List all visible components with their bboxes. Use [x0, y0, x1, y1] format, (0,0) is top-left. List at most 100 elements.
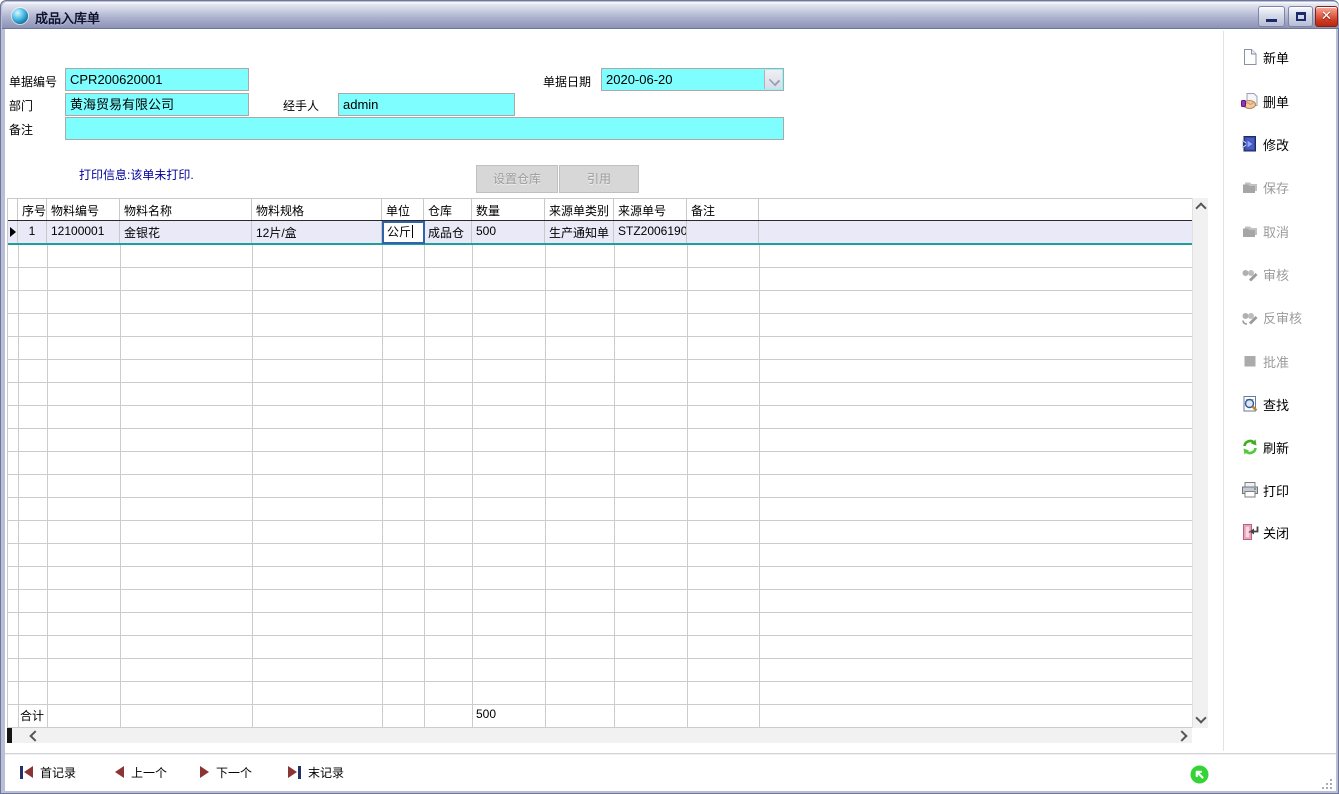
cell-remark[interactable]	[687, 221, 759, 243]
cell-name[interactable]: 金银花	[120, 221, 252, 243]
scroll-up-icon[interactable]	[1195, 202, 1206, 213]
action-refresh[interactable]: 刷新	[1241, 437, 1289, 457]
nav-last-record[interactable]: 末记录	[288, 763, 344, 781]
doc-no-field[interactable]: CPR200620001	[65, 68, 249, 91]
nav-next-record[interactable]: 下一个	[200, 763, 252, 781]
cell-warehouse[interactable]: 成品仓	[424, 221, 472, 243]
grid-vline	[614, 245, 615, 729]
table-row[interactable]: 1 12100001 金银花 12片/盒 成品仓 500 生产通知单 STZ20…	[8, 221, 1193, 245]
grid-header-row: 序号 物料编号 物料名称 物料规格 单位 仓库 数量 来源单类别 来源单号 备注	[8, 199, 1193, 221]
unaudit-icon	[1241, 308, 1259, 326]
reference-button[interactable]: 引用	[559, 165, 639, 193]
cell-seq[interactable]: 1	[18, 221, 47, 243]
close-button[interactable]: ✕	[1315, 6, 1338, 27]
grid-vline	[18, 245, 19, 729]
remark-field[interactable]	[65, 117, 784, 140]
action-new[interactable]: 新单	[1241, 47, 1289, 67]
col-header-remark[interactable]: 备注	[687, 199, 759, 220]
close-icon: ✕	[1316, 8, 1337, 24]
grid-vline	[120, 245, 121, 729]
scroll-down-icon[interactable]	[1195, 712, 1206, 723]
unit-edit-cell[interactable]: 公斤	[382, 221, 425, 244]
text-caret	[412, 225, 413, 238]
col-header-warehouse[interactable]: 仓库	[424, 199, 472, 220]
col-header-qty[interactable]: 数量	[472, 199, 545, 220]
doc-date-field[interactable]: 2020-06-20	[601, 68, 784, 91]
total-label: 合计	[20, 707, 44, 724]
bottom-divider	[5, 753, 1336, 755]
col-header-seq[interactable]: 序号	[18, 199, 47, 220]
date-dropdown-button[interactable]	[764, 70, 782, 89]
nav-previous-record[interactable]: 上一个	[115, 763, 167, 781]
refresh-icon	[1241, 438, 1259, 456]
panel-separator	[1223, 31, 1224, 751]
grid-vline	[759, 245, 760, 729]
scroll-left-icon[interactable]	[29, 730, 40, 741]
col-header-spec[interactable]: 物料规格	[252, 199, 382, 220]
col-header-code[interactable]: 物料编号	[47, 199, 120, 220]
col-header-source-no[interactable]: 来源单号	[614, 199, 687, 220]
dept-field[interactable]: 黄海贸易有限公司	[65, 93, 249, 116]
chevron-down-icon	[769, 75, 780, 86]
app-orb-icon	[12, 8, 28, 24]
nav-first-record[interactable]: 首记录	[20, 763, 76, 781]
grid-vline	[382, 245, 383, 729]
col-header-source-type[interactable]: 来源单类别	[545, 199, 614, 220]
audit-icon	[1241, 265, 1259, 283]
doc-date-label: 单据日期	[543, 73, 591, 90]
action-approve: 批准	[1241, 351, 1289, 371]
row-pointer-icon	[10, 227, 16, 237]
handler-label: 经手人	[283, 97, 319, 114]
grid-indicator-header	[8, 199, 18, 220]
col-header-unit[interactable]: 单位	[382, 199, 424, 220]
handler-field[interactable]: admin	[338, 93, 515, 116]
go-status-icon[interactable]	[1190, 765, 1209, 784]
hscroll-thumb[interactable]	[7, 728, 12, 743]
delete-doc-icon	[1241, 92, 1259, 110]
minimize-button[interactable]	[1258, 6, 1285, 27]
maximize-button[interactable]	[1288, 6, 1313, 27]
cell-code[interactable]: 12100001	[47, 221, 120, 243]
grid-vline	[472, 245, 473, 729]
remark-label: 备注	[9, 121, 33, 138]
action-print[interactable]: 打印	[1241, 480, 1289, 500]
scroll-right-icon[interactable]	[1176, 730, 1187, 741]
cell-spec[interactable]: 12片/盒	[252, 221, 382, 243]
action-modify[interactable]: 修改	[1241, 134, 1289, 154]
grid-empty-rows[interactable]	[8, 245, 1193, 729]
grid-vline	[545, 245, 546, 729]
action-audit: 审核	[1241, 264, 1289, 284]
save-icon	[1241, 178, 1259, 196]
set-warehouse-button[interactable]: 设置仓库	[476, 165, 558, 193]
dept-label: 部门	[9, 97, 33, 114]
cell-qty[interactable]: 500	[472, 221, 545, 243]
print-info-text: 打印信息:该单未打印.	[79, 166, 194, 183]
grid-vline	[687, 245, 688, 729]
action-delete[interactable]: 删单	[1241, 91, 1289, 111]
printer-icon	[1241, 481, 1259, 499]
grid-vline	[252, 245, 253, 729]
resize-grip[interactable]	[1322, 778, 1332, 788]
doc-no-label: 单据编号	[9, 73, 57, 90]
action-find[interactable]: 查找	[1241, 394, 1289, 414]
grid-vline	[424, 245, 425, 729]
col-header-name[interactable]: 物料名称	[120, 199, 252, 220]
title-bar[interactable]: 成品入库单 ✕	[2, 2, 1339, 29]
horizontal-scrollbar[interactable]	[7, 728, 1192, 743]
detail-grid[interactable]: 序号 物料编号 物料名称 物料规格 单位 仓库 数量 来源单类别 来源单号 备注…	[7, 198, 1192, 743]
search-icon	[1241, 395, 1259, 413]
action-close[interactable]: 关闭	[1241, 522, 1289, 542]
window-frame: 成品入库单 ✕ 单据编号 CPR200620001 单据日期 2020-06-2…	[0, 0, 1339, 794]
doc-date-value: 2020-06-20	[606, 72, 673, 87]
last-record-icon	[288, 766, 301, 779]
cell-source-type[interactable]: 生产通知单	[545, 221, 614, 243]
approve-icon	[1241, 352, 1259, 370]
minimize-icon	[1266, 19, 1277, 22]
cell-source-no[interactable]: STZ20061900	[614, 221, 687, 243]
vertical-scrollbar[interactable]	[1192, 198, 1208, 728]
action-cancel: 取消	[1241, 221, 1289, 241]
previous-record-icon	[115, 766, 124, 778]
grid-vline	[47, 245, 48, 729]
row-indicator-cell	[8, 221, 18, 243]
first-record-icon	[20, 766, 33, 779]
